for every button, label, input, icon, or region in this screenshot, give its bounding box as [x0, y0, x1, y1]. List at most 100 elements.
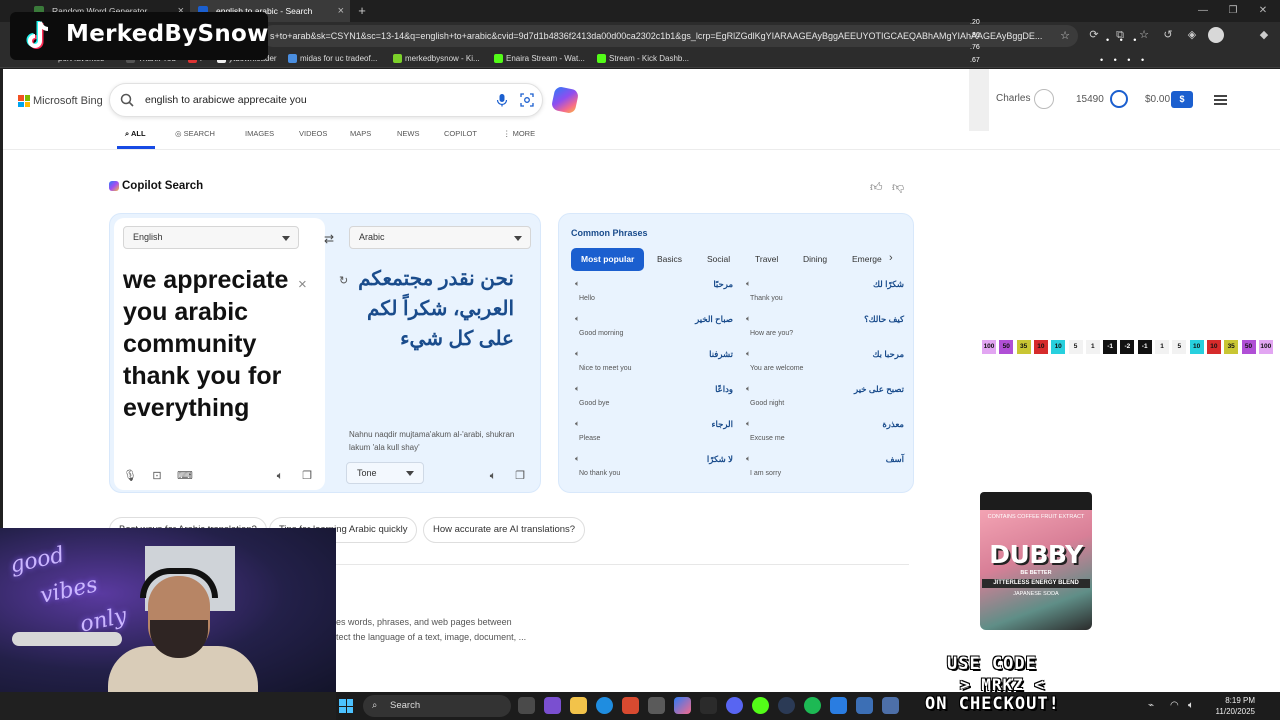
taskbar-search[interactable]: ⌕ Search	[363, 695, 511, 717]
phrase-item[interactable]: 🔈︎ مرحبًا Hello	[575, 279, 733, 309]
microphone-icon[interactable]	[495, 93, 509, 107]
tone-select[interactable]: Tone	[346, 462, 424, 484]
kick-icon[interactable]	[752, 697, 769, 714]
windows-start-icon[interactable]	[339, 699, 353, 713]
rewards-icon[interactable]	[1110, 90, 1128, 108]
search-box[interactable]: english to arabicwe apprecaite you	[109, 83, 543, 117]
target-language-select[interactable]: Arabic	[349, 226, 531, 249]
taskbar-app-icon[interactable]	[648, 697, 665, 714]
cashback-icon[interactable]: $	[1171, 91, 1193, 108]
volume-icon[interactable]: 🔈︎	[1188, 700, 1194, 711]
tab-images[interactable]: IMAGES	[245, 125, 274, 143]
tab-videos[interactable]: VIDEOS	[299, 125, 327, 143]
close-window-icon[interactable]: ✕	[1248, 0, 1278, 22]
favorite-star-icon[interactable]: ☆	[1060, 25, 1070, 47]
copilot-button-icon[interactable]	[550, 85, 580, 115]
bing-logo[interactable]: Microsoft Bing	[18, 94, 103, 108]
copilot-sidebar-icon[interactable]: ◆	[1256, 27, 1272, 43]
rewards-points[interactable]: 15490	[1076, 94, 1104, 105]
discord-icon[interactable]	[726, 697, 743, 714]
taskbar-app-icon[interactable]	[830, 697, 847, 714]
chevron-right-icon[interactable]: ›	[889, 252, 893, 264]
tab-maps[interactable]: MAPS	[350, 125, 371, 143]
tab-all[interactable]: ⌕ ALL	[117, 125, 155, 149]
chip-emergency[interactable]: Emerge	[852, 248, 884, 271]
microphone-icon[interactable]: 🎙︎	[123, 469, 137, 483]
phrase-item[interactable]: 🔈︎ تصبح على خير Good night	[746, 384, 904, 414]
extensions-icon[interactable]: ⟳	[1086, 27, 1102, 43]
taskbar-app-icon[interactable]	[882, 697, 899, 714]
speaker-icon[interactable]: 🔈︎	[486, 469, 500, 483]
phrase-item[interactable]: 🔈︎ وداعًا Good bye	[575, 384, 733, 414]
user-name[interactable]: Charles	[996, 93, 1030, 104]
history-icon[interactable]: ↺	[1160, 27, 1176, 43]
bookmark-stream-kick[interactable]: Stream - Kick Dashb...	[597, 50, 689, 68]
phrase-item[interactable]: 🔈︎ لا شكرًا No thank you	[575, 454, 733, 484]
minimize-icon[interactable]: —	[1188, 0, 1218, 22]
cashback-amount[interactable]: $0.00	[1145, 94, 1170, 105]
sponsor-product-can: CONTAINS COFFEE FRUIT EXTRACT DUBBY BE B…	[980, 492, 1092, 630]
wifi-icon[interactable]: ◠	[1170, 700, 1179, 711]
close-tab-icon[interactable]: ×	[338, 0, 344, 22]
menu-icon[interactable]	[1214, 95, 1227, 105]
translated-text: نحن نقدر مجتمعكم العربي، شكراً لكم على ك…	[358, 268, 514, 350]
tab-copilot[interactable]: COPILOT	[444, 125, 477, 143]
steam-icon[interactable]	[778, 697, 795, 714]
bookmark-enaira-stream[interactable]: Enaira Stream - Wat...	[494, 50, 585, 68]
bookmark-merkedbysnow[interactable]: merkedbysnow - Ki...	[393, 50, 480, 68]
phrase-item[interactable]: 🔈︎ آسف I am sorry	[746, 454, 904, 484]
thumbs-down-icon[interactable]: 👎︎	[892, 180, 904, 195]
suggestion-pill[interactable]: How accurate are AI translations?	[423, 517, 586, 543]
maximize-icon[interactable]: ❐	[1218, 0, 1248, 22]
profile-avatar[interactable]	[1208, 27, 1224, 43]
phrase-item[interactable]: 🔈︎ صباح الخير Good morning	[575, 314, 733, 344]
source-text-input[interactable]: we appreciate you arabic community thank…	[123, 264, 293, 424]
chip-most-popular[interactable]: Most popular	[571, 248, 645, 271]
refresh-icon[interactable]: ↻	[339, 274, 348, 287]
camera-translate-icon[interactable]: ⊡	[150, 469, 164, 483]
bookmark-midas[interactable]: midas for uc tradeof...	[288, 50, 377, 68]
phrase-item[interactable]: 🔈︎ الرجاء Please	[575, 419, 733, 449]
shield-icon[interactable]: ◈	[1184, 27, 1200, 43]
phrase-item[interactable]: 🔈︎ كيف حالك؟ How are you?	[746, 314, 904, 344]
tab-news[interactable]: NEWS	[397, 125, 420, 143]
phrase-item[interactable]: 🔈︎ مرحبا بك You are welcome	[746, 349, 904, 379]
tab-more[interactable]: ⋮ MORE	[503, 125, 535, 143]
clear-text-icon[interactable]: ×	[298, 276, 307, 293]
copy-icon[interactable]: ❐	[300, 469, 314, 483]
chip-travel[interactable]: Travel	[755, 248, 778, 271]
swap-languages-icon[interactable]: ⇄	[324, 232, 334, 246]
copilot-icon[interactable]	[674, 697, 691, 714]
taskbar-app-icon[interactable]	[622, 697, 639, 714]
keyboard-icon[interactable]: ⌨	[177, 469, 193, 483]
chip-basics[interactable]: Basics	[657, 248, 682, 271]
thumbs-up-icon[interactable]: 👍︎	[870, 180, 883, 195]
system-clock[interactable]: 8:19 PM 11/20/2025	[1209, 695, 1255, 717]
copy-icon[interactable]: ❐	[513, 469, 527, 483]
source-panel: English we appreciate you arabic communi…	[114, 218, 325, 490]
source-language-select[interactable]: English	[123, 226, 299, 249]
phrase-item[interactable]: 🔈︎ شكرًا لك Thank you	[746, 279, 904, 309]
network-icon[interactable]: ⌁	[1148, 700, 1154, 711]
address-bar[interactable]: s+to+arab&sk=CSYN1&sc=13-14&q=english+to…	[262, 25, 1078, 47]
taskbar-app-icon[interactable]	[700, 697, 717, 714]
task-view-icon[interactable]	[518, 697, 535, 714]
file-explorer-icon[interactable]	[570, 697, 587, 714]
spotify-icon[interactable]	[804, 697, 821, 714]
search-query-text[interactable]: english to arabicwe apprecaite you	[145, 84, 307, 116]
speaker-icon: 🔈︎	[575, 279, 580, 288]
taskbar-app-icon[interactable]	[856, 697, 873, 714]
phrase-item[interactable]: 🔈︎ معذرة Excuse me	[746, 419, 904, 449]
chip-social[interactable]: Social	[707, 248, 730, 271]
edge-icon[interactable]	[596, 697, 613, 714]
scoreboard-cell: 1	[1085, 340, 1100, 354]
tab-search[interactable]: ◎ SEARCH	[175, 125, 215, 143]
speaker-icon[interactable]: 🔈︎	[273, 469, 287, 483]
chip-dining[interactable]: Dining	[803, 248, 827, 271]
new-tab-button[interactable]: +	[354, 0, 370, 22]
user-avatar-icon[interactable]	[1034, 89, 1054, 109]
visual-search-icon[interactable]	[520, 93, 534, 107]
phrase-item[interactable]: 🔈︎ تشرفنا Nice to meet you	[575, 349, 733, 379]
kick-icon	[494, 54, 503, 63]
taskbar-app-icon[interactable]	[544, 697, 561, 714]
